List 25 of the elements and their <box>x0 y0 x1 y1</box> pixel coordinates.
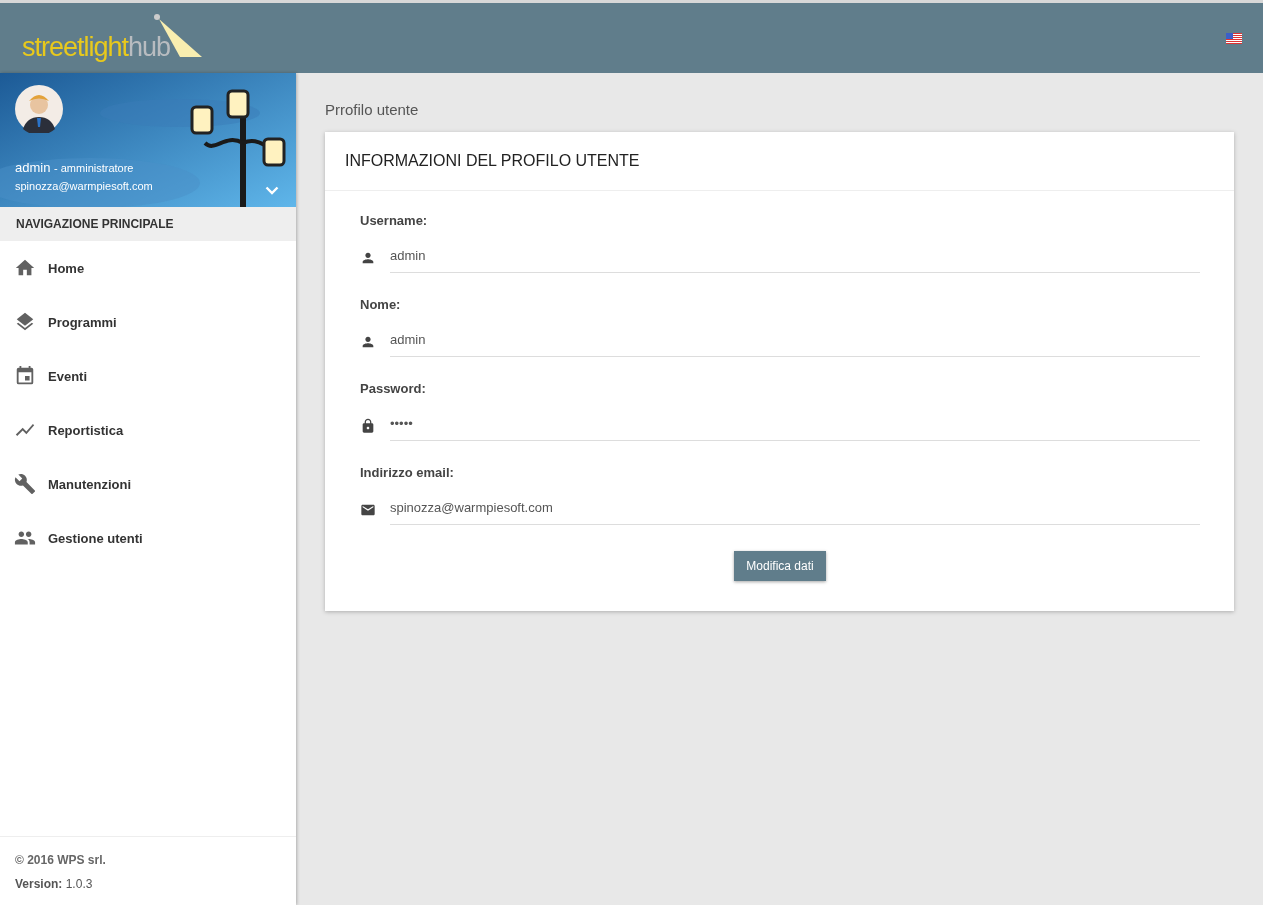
chevron-down-icon[interactable] <box>265 186 279 195</box>
field-label: Password: <box>360 381 427 396</box>
edit-button[interactable]: Modifica dati <box>734 551 826 581</box>
field-label: Username: <box>360 213 429 228</box>
nav-item[interactable]: Reportistica <box>0 403 296 457</box>
user-name: admin - amministratore <box>15 159 134 177</box>
card-title: INFORMAZIONI DEL PROFILO UTENTE <box>325 132 1234 191</box>
section-title: NAVIGAZIONE PRINCIPALE <box>0 207 296 241</box>
flag-icon[interactable] <box>1226 32 1242 44</box>
wrench-icon <box>14 473 36 495</box>
field-label: Nome: <box>360 297 402 312</box>
layers-icon <box>14 311 36 333</box>
nav-item[interactable]: Home <box>0 241 296 295</box>
avatar-icon <box>15 85 63 133</box>
field-label: Indirizzo email: <box>360 465 455 480</box>
lock-icon <box>360 417 376 434</box>
nav-item[interactable]: Eventi <box>0 349 296 403</box>
nav-item[interactable]: Manutenzioni <box>0 457 296 511</box>
copyright-text: © 2016 WPS srl. <box>15 853 107 867</box>
calendar-icon <box>14 365 36 387</box>
user-email: spinozza@warmpiesoft.com <box>15 179 153 194</box>
version-text: Version: 1.0.3 <box>15 877 94 891</box>
nav-item[interactable]: Programmi <box>0 295 296 349</box>
page-title: Prrofilo utente <box>325 101 420 118</box>
nav-item[interactable]: Gestione utenti <box>0 511 296 565</box>
